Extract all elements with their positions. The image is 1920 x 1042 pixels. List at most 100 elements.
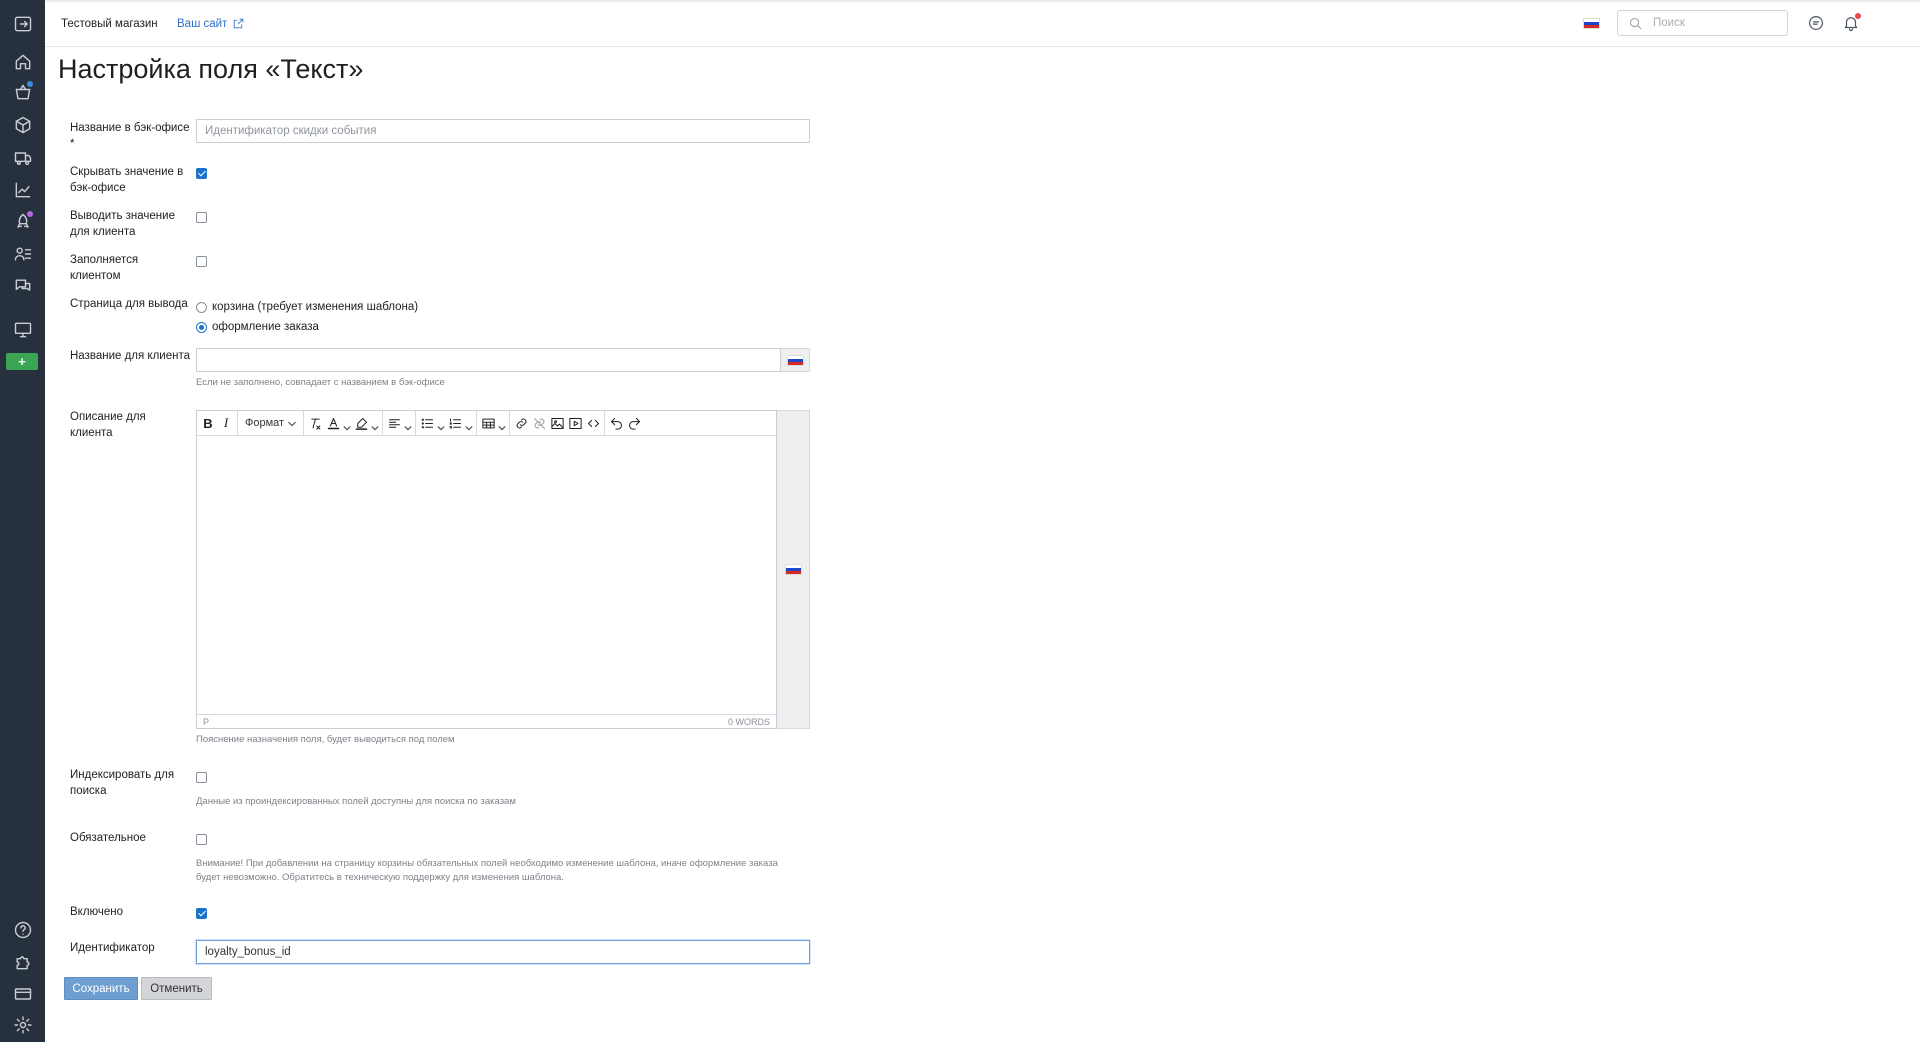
undo-icon[interactable]: [608, 413, 624, 433]
index-for-search-checkbox[interactable]: [196, 772, 207, 783]
collapse-sidebar-icon[interactable]: [11, 12, 34, 35]
text-color-icon[interactable]: [325, 413, 341, 433]
show-to-client-label: Выводить значение для клиента: [70, 210, 175, 238]
client-name-label: Название для клиента: [70, 350, 191, 362]
marketing-rocket-icon[interactable]: [11, 210, 34, 233]
toolbar-group-colors: [304, 411, 384, 435]
hide-in-backoffice-checkbox[interactable]: [196, 168, 207, 179]
image-icon[interactable]: [549, 413, 565, 433]
index-for-search-hint: Данные из проиндексированных полей досту…: [196, 796, 516, 807]
client-name-hint: Если не заполнено, совпадает с названием…: [196, 377, 445, 388]
output-page-label: Страница для вывода: [70, 298, 188, 310]
toolbar-group-history: [605, 411, 645, 435]
add-button[interactable]: +: [6, 353, 38, 370]
cancel-button[interactable]: Отменить: [141, 977, 212, 1000]
clear-formatting-icon[interactable]: [307, 413, 323, 433]
save-button[interactable]: Сохранить: [64, 977, 138, 1000]
identifier-label: Идентификатор: [70, 942, 155, 954]
shop-name[interactable]: Тестовый магазин: [61, 18, 158, 30]
format-dropdown[interactable]: Формат: [241, 413, 300, 433]
toolbar-group-insert: [510, 411, 606, 435]
billing-card-icon[interactable]: [11, 982, 34, 1005]
toolbar-group-table: [477, 411, 511, 435]
highlight-color-icon[interactable]: [353, 413, 369, 433]
client-description-hint: Пояснение назначения поля, будет выводит…: [196, 734, 455, 745]
settings-gear-icon[interactable]: [11, 1013, 34, 1036]
bold-button[interactable]: B: [200, 413, 216, 433]
delivery-truck-icon[interactable]: [11, 146, 34, 169]
client-description-label: Описание для клиента: [70, 411, 146, 439]
filled-by-client-label: Заполняется клиентом: [70, 254, 139, 282]
orders-indicator: [27, 81, 33, 87]
help-icon[interactable]: [11, 918, 34, 941]
numbered-list-icon[interactable]: [447, 413, 463, 433]
video-icon[interactable]: [567, 413, 583, 433]
description-flag-icon: [784, 564, 802, 575]
description-language-toggle[interactable]: [777, 410, 810, 729]
chevron-down-icon[interactable]: [498, 419, 506, 431]
chevron-down-icon: [288, 419, 296, 427]
redo-icon[interactable]: [626, 413, 642, 433]
output-page-option-cart[interactable]: корзина (требует изменения шаблона): [196, 301, 418, 313]
language-flag-icon[interactable]: [1583, 18, 1600, 29]
show-to-client-checkbox[interactable]: [196, 212, 207, 223]
toolbar-group-format: Формат: [238, 411, 305, 435]
filled-by-client-checkbox[interactable]: [196, 256, 207, 267]
notifications-bell-icon[interactable]: [1841, 13, 1861, 33]
editor-statusbar: P 0 WORDS: [197, 714, 776, 728]
required-hint-line-2: будет невозможно. Обратитесь в техническ…: [196, 872, 564, 883]
customers-list-icon[interactable]: [11, 242, 34, 265]
external-link-icon: [234, 18, 244, 29]
editor-element-path[interactable]: P: [203, 717, 209, 727]
toolbar-group-align: [383, 411, 417, 435]
required-checkbox[interactable]: [196, 834, 207, 845]
output-page-cart-radio[interactable]: [196, 301, 207, 313]
topbar-divider: [45, 0, 1920, 2]
link-icon[interactable]: [513, 413, 529, 433]
required-label: Обязательное: [70, 832, 146, 844]
toolbar-group-text-style: B I: [197, 411, 238, 435]
search-box[interactable]: [1617, 10, 1788, 36]
source-code-icon[interactable]: [585, 413, 601, 433]
hide-in-backoffice-label: Скрывать значение в бэк-офисе: [70, 166, 184, 194]
editor-content-area[interactable]: [197, 436, 776, 713]
backoffice-name-input[interactable]: [196, 119, 810, 143]
italic-button[interactable]: I: [218, 413, 234, 433]
products-box-icon[interactable]: [11, 113, 34, 136]
chevron-down-icon[interactable]: [404, 419, 412, 431]
chevron-down-icon[interactable]: [371, 419, 379, 431]
your-site-link[interactable]: Ваш сайт: [177, 17, 245, 30]
bullet-list-icon[interactable]: [419, 413, 435, 433]
search-icon: [1629, 17, 1642, 30]
apps-puzzle-icon[interactable]: [11, 950, 34, 973]
enabled-label: Включено: [70, 906, 124, 918]
required-hint-line-1: Внимание! При добавлении на страницу кор…: [196, 858, 778, 869]
toolbar-group-lists: [416, 411, 478, 435]
enabled-checkbox[interactable]: [196, 908, 207, 919]
chats-icon[interactable]: [11, 274, 34, 297]
index-for-search-label: Индексировать для поиска: [70, 769, 175, 797]
topbar: Тестовый магазин Ваш сайт ПР: [45, 0, 1920, 47]
search-input[interactable]: [1651, 16, 1775, 30]
client-name-language-toggle[interactable]: [781, 348, 810, 372]
orders-basket-icon[interactable]: [11, 80, 34, 103]
storefront-monitor-icon[interactable]: [11, 318, 34, 341]
chevron-down-icon[interactable]: [437, 419, 445, 431]
chevron-down-icon[interactable]: [343, 419, 351, 431]
notification-badge: [1855, 13, 1861, 19]
chevron-down-icon[interactable]: [465, 419, 473, 431]
analytics-chart-icon[interactable]: [11, 178, 34, 201]
identifier-input[interactable]: [196, 940, 810, 964]
messages-icon[interactable]: [1806, 13, 1826, 33]
your-site-link-label: Ваш сайт: [177, 17, 228, 30]
editor-toolbar: B I Формат: [197, 411, 776, 436]
editor-word-count: 0 WORDS: [727, 716, 770, 727]
output-page-option-checkout[interactable]: оформление заказа: [196, 321, 319, 333]
output-page-checkout-radio[interactable]: [196, 321, 207, 333]
unlink-icon[interactable]: [531, 413, 547, 433]
client-name-input[interactable]: [196, 348, 781, 372]
home-icon[interactable]: [11, 50, 34, 73]
table-icon[interactable]: [480, 413, 496, 433]
align-left-icon[interactable]: [386, 413, 402, 433]
output-page-cart-label: корзина (требует изменения шаблона): [212, 301, 419, 313]
